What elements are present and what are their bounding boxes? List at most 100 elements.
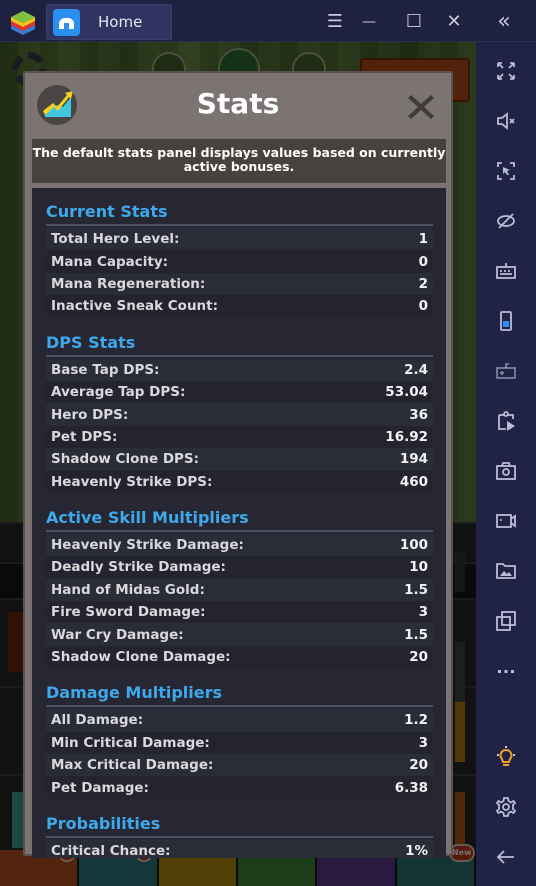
stat-label: Base Tap DPS:	[51, 361, 160, 378]
stats-rows: All Damage: 1.2 Min Critical Damage: 3 Max C…	[46, 709, 433, 799]
keyboard-icon	[496, 263, 516, 279]
camera-icon	[496, 462, 516, 480]
section-divider	[46, 705, 433, 708]
sidebar-volume-mute-button[interactable]	[491, 106, 521, 136]
stat-value: 53.04	[385, 384, 428, 401]
more-icon	[498, 670, 514, 673]
sidebar-back-button[interactable]	[491, 842, 521, 872]
stat-value: 1.2	[404, 712, 428, 729]
stat-row: Min Critical Damage: 3	[46, 731, 433, 755]
stats-modal: Stats The default stats panel displays v…	[23, 71, 453, 858]
sidebar-multi-instance-button[interactable]	[491, 606, 521, 636]
eye-off-icon	[497, 213, 515, 229]
section-divider	[46, 835, 433, 838]
sidebar-settings-button[interactable]	[491, 792, 521, 822]
fullscreen-icon	[497, 62, 515, 80]
gamepad-icon	[496, 363, 516, 379]
sidebar-media-manager-button[interactable]	[491, 556, 521, 586]
stat-label: Fire Sword Damage:	[51, 604, 206, 621]
stat-value: 0	[418, 253, 428, 270]
stat-label: Max Critical Damage:	[51, 757, 214, 774]
sidebar-portrait-mode-button[interactable]	[491, 306, 521, 336]
stat-value: 20	[409, 757, 428, 774]
stat-label: Hero DPS:	[51, 406, 129, 423]
stat-row: Average Tap DPS: 53.04	[46, 380, 433, 404]
stat-row: War Cry Damage: 1.5	[46, 623, 433, 646]
stat-row: Fire Sword Damage: 3	[46, 601, 433, 624]
stat-value: 1.5	[404, 581, 428, 598]
close-icon[interactable]: ✕	[440, 8, 468, 36]
sidebar-record-screen-button[interactable]	[491, 506, 521, 536]
stat-label: All Damage:	[51, 712, 144, 729]
stat-row: Heavenly Strike DPS: 460	[46, 470, 433, 493]
stat-label: Pet DPS:	[51, 428, 118, 445]
section-title: Active Skill Multipliers	[46, 507, 249, 527]
stat-value: 3	[418, 734, 428, 751]
collapse-sidebar-icon[interactable]: «	[490, 8, 518, 36]
stat-value: 16.92	[385, 428, 428, 445]
pointer-lock-icon	[497, 162, 515, 180]
section-divider	[46, 529, 433, 532]
stat-row: Shadow Clone Damage: 20	[46, 645, 433, 669]
stat-value: 1%	[405, 843, 428, 858]
sidebar-macro-recorder-button[interactable]	[491, 406, 521, 436]
sidebar-gamepad-controls-button[interactable]	[491, 356, 521, 386]
sidebar-screenshot-button[interactable]	[491, 456, 521, 486]
macro-icon	[498, 411, 515, 431]
tab-home[interactable]: Home	[46, 4, 172, 40]
lightbulb-icon	[497, 746, 515, 766]
sidebar-tips-button[interactable]	[491, 742, 521, 772]
modal-title: Stats	[196, 87, 280, 120]
maximize-icon[interactable]: ☐	[400, 8, 428, 36]
sidebar-pointer-lock-button[interactable]	[491, 156, 521, 186]
title-bar: Home Tap Tita ☰ — ☐ ✕ «	[0, 0, 536, 886]
section-title: Probabilities	[46, 813, 161, 833]
back-arrow-icon	[496, 850, 514, 864]
media-folder-icon	[496, 563, 516, 579]
stat-label: Shadow Clone DPS:	[51, 451, 200, 468]
stats-scroll-list[interactable]: Current Stats Total Hero Level: 1 Mana Capa…	[32, 188, 446, 858]
game-viewport[interactable]: FIGHT 3 1 New Stats	[0, 42, 476, 886]
sidebar-more-button[interactable]	[491, 656, 521, 686]
sidebar-keyboard-controls-button[interactable]	[491, 256, 521, 286]
stat-label: Critical Chance:	[51, 843, 171, 858]
section-divider	[46, 354, 433, 357]
stat-value: 3	[418, 604, 428, 621]
stat-value: 100	[399, 537, 428, 554]
stat-label: Heavenly Strike Damage:	[51, 537, 244, 554]
stat-value: 10	[409, 559, 428, 576]
stat-label: Average Tap DPS:	[51, 384, 186, 401]
section-divider	[46, 224, 433, 226]
stat-value: 36	[409, 406, 428, 423]
stat-label: Pet Damage:	[51, 779, 149, 796]
stats-section: Active Skill Multipliers Heavenly Strike …	[32, 507, 446, 669]
home-icon	[53, 8, 80, 36]
gear-icon	[495, 797, 517, 817]
section-title: Current Stats	[46, 202, 168, 221]
stat-row: Max Critical Damage: 20	[46, 754, 433, 777]
section-title: DPS Stats	[46, 332, 136, 352]
sidebar-fullscreen-button[interactable]	[491, 56, 521, 86]
stat-value: 194	[399, 451, 428, 468]
stat-row: Pet Damage: 6.38	[46, 776, 433, 799]
sidebar-eco-mode-button[interactable]	[491, 206, 521, 236]
stats-section: DPS Stats Base Tap DPS: 2.4 Average Tap DPS…	[32, 332, 446, 493]
stats-section: Probabilities Critical Chance: 1%	[32, 813, 446, 858]
stat-row: Heavenly Strike Damage: 100	[46, 533, 433, 557]
minimize-icon[interactable]: —	[355, 8, 383, 36]
stat-value: 2	[418, 275, 428, 292]
stat-value: 0	[418, 298, 428, 315]
menu-icon[interactable]: ☰	[321, 8, 349, 36]
stat-row: Mana Regeneration: 2	[46, 272, 433, 296]
emulator-sidebar	[476, 42, 536, 886]
stat-label: Total Hero Level:	[51, 231, 180, 248]
multi-instance-icon	[496, 611, 516, 631]
stat-row: Base Tap DPS: 2.4	[46, 358, 433, 381]
stats-notice: The default stats panel displays values …	[32, 139, 446, 183]
stat-row: Hero DPS: 36	[46, 403, 433, 426]
stat-value: 20	[409, 649, 428, 666]
phone-icon	[500, 311, 512, 331]
close-modal-icon[interactable]	[405, 91, 437, 123]
stats-section: Damage Multipliers All Damage: 1.2 Min Crit…	[32, 682, 446, 799]
stat-value: 1.5	[404, 626, 428, 643]
